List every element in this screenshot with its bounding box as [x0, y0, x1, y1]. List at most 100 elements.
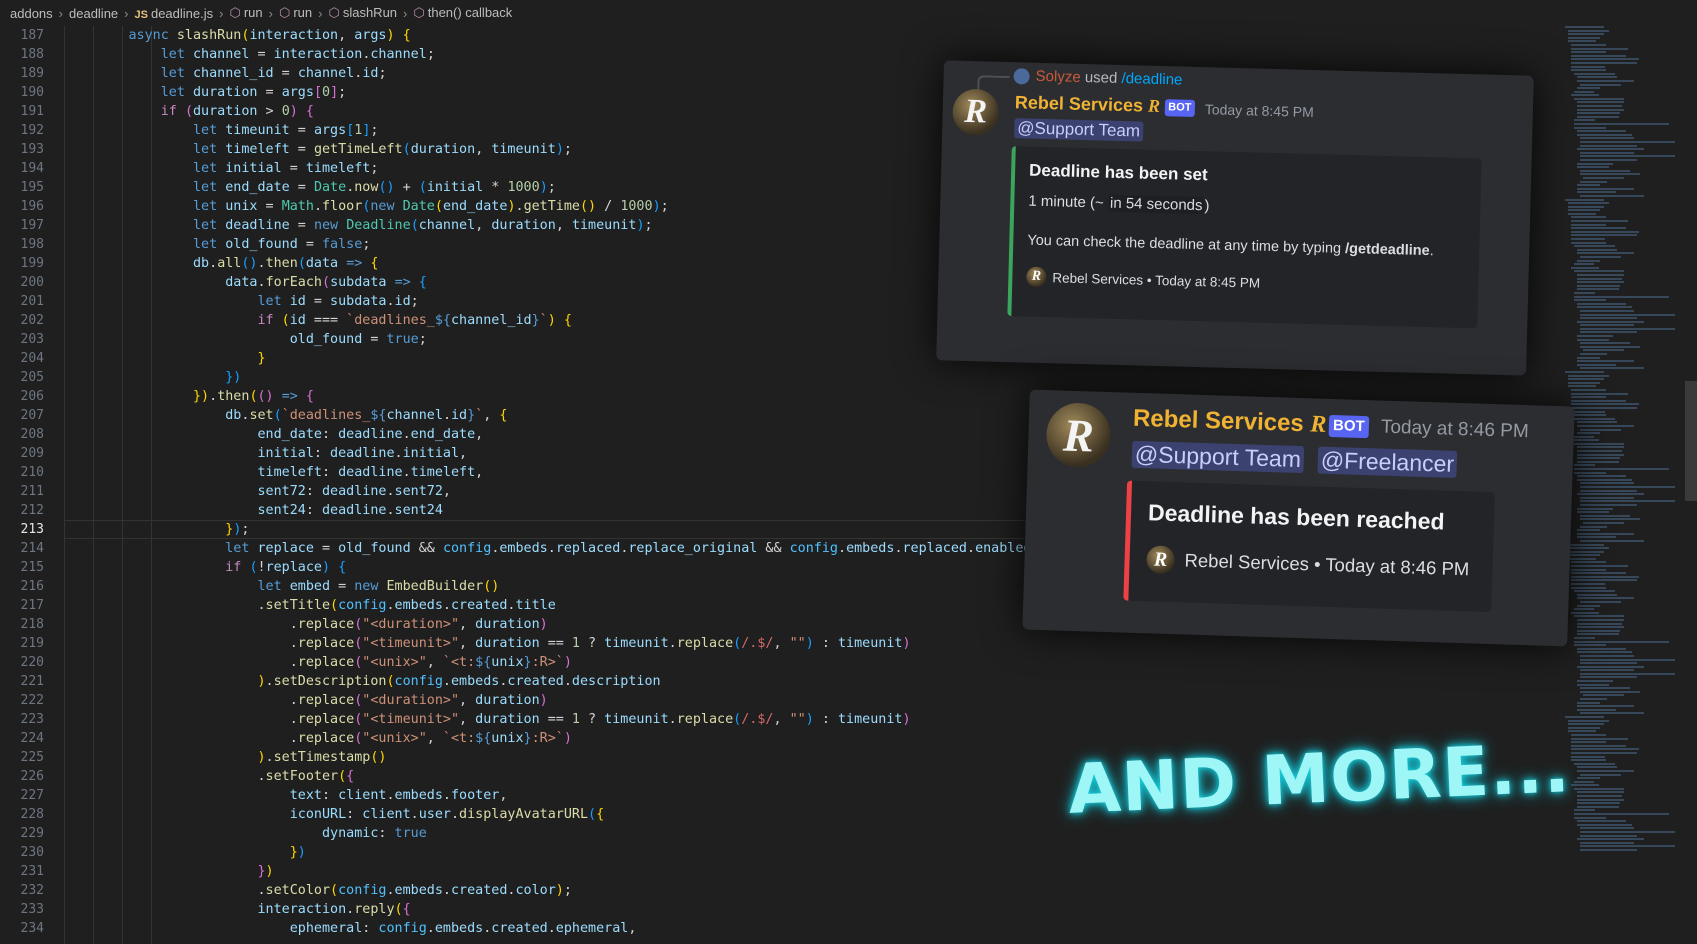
- line-number[interactable]: 195: [0, 178, 52, 197]
- code-line[interactable]: ).setDescription(config.embeds.created.d…: [64, 672, 1577, 691]
- code-token: 1: [571, 712, 580, 727]
- line-number[interactable]: 220: [0, 653, 52, 672]
- line-number[interactable]: 193: [0, 140, 52, 159]
- code-token: }: [289, 845, 298, 860]
- line-number[interactable]: 232: [0, 881, 52, 900]
- line-number[interactable]: 206: [0, 387, 52, 406]
- code-line[interactable]: .setColor(config.embeds.created.color);: [64, 881, 1577, 900]
- breadcrumb-item-deadline[interactable]: deadline: [69, 6, 118, 21]
- code-token: new: [313, 218, 347, 233]
- line-number[interactable]: 203: [0, 330, 52, 349]
- line-number[interactable]: 221: [0, 672, 52, 691]
- mention-support-team[interactable]: @Support Team: [1131, 440, 1305, 474]
- line-number[interactable]: 200: [0, 273, 52, 292]
- line-number[interactable]: 223: [0, 710, 52, 729]
- code-token: timeleft: [410, 465, 476, 480]
- line-number[interactable]: 201: [0, 292, 52, 311]
- minimap-row: [1580, 712, 1644, 715]
- line-number[interactable]: 198: [0, 235, 52, 254]
- line-number[interactable]: 189: [0, 64, 52, 83]
- line-number[interactable]: 224: [0, 729, 52, 748]
- code-token: ;: [563, 142, 572, 157]
- line-number[interactable]: 234: [0, 919, 52, 938]
- code-token: created: [491, 921, 548, 936]
- code-line[interactable]: dynamic: true: [64, 824, 1577, 843]
- line-number[interactable]: 228: [0, 805, 52, 824]
- minimap-row: [1568, 381, 1600, 384]
- line-number[interactable]: 218: [0, 615, 52, 634]
- line-number[interactable]: 208: [0, 425, 52, 444]
- minimap[interactable]: [1559, 26, 1679, 944]
- line-number[interactable]: 191: [0, 102, 52, 121]
- line-number[interactable]: 205: [0, 368, 52, 387]
- minimap-row: [1568, 209, 1600, 212]
- line-number-gutter[interactable]: 187 188 189 190 191 192 193 194 195 196 197 198 199 2…: [0, 26, 52, 938]
- line-number[interactable]: 214: [0, 539, 52, 558]
- bot-avatar[interactable]: R: [952, 88, 1000, 136]
- line-number[interactable]: 219: [0, 634, 52, 653]
- code-line[interactable]: ephemeral: config.embeds.created.ephemer…: [64, 919, 1577, 938]
- code-line[interactable]: async slashRun(interaction, args) {: [64, 26, 1577, 45]
- line-number[interactable]: 213: [0, 520, 52, 539]
- line-number[interactable]: 231: [0, 862, 52, 881]
- code-line[interactable]: }): [64, 843, 1577, 862]
- reply-command[interactable]: /deadline: [1121, 70, 1182, 89]
- bot-avatar[interactable]: R: [1045, 402, 1112, 469]
- code-token: unix: [491, 655, 524, 670]
- line-number[interactable]: 187: [0, 26, 52, 45]
- code-line[interactable]: }): [64, 862, 1577, 881]
- line-number[interactable]: 207: [0, 406, 52, 425]
- line-number[interactable]: 222: [0, 691, 52, 710]
- line-number[interactable]: 229: [0, 824, 52, 843]
- code-line[interactable]: .replace("<duration>", duration): [64, 691, 1577, 710]
- line-number[interactable]: 194: [0, 159, 52, 178]
- line-number[interactable]: 209: [0, 444, 52, 463]
- reply-preview[interactable]: Solyze used /deadline: [1035, 68, 1182, 89]
- breadcrumb-item-run[interactable]: ⬡ run: [229, 5, 262, 21]
- code-line[interactable]: interaction.reply({: [64, 900, 1577, 919]
- breadcrumb-item-slashrun[interactable]: ⬡ slashRun: [328, 5, 397, 21]
- code-token: id: [362, 66, 379, 81]
- breadcrumb-item-file[interactable]: JS deadline.js: [135, 6, 214, 21]
- line-number[interactable]: 190: [0, 83, 52, 102]
- minimap-row: [1580, 687, 1630, 690]
- line-number[interactable]: 199: [0, 254, 52, 273]
- code-token: dynamic: [321, 826, 379, 841]
- breadcrumb-item-callback[interactable]: ⬡ then() callback: [413, 5, 512, 21]
- line-number[interactable]: 210: [0, 463, 52, 482]
- minimap-row: [1571, 565, 1628, 568]
- bot-username[interactable]: Rebel Services R: [1133, 405, 1327, 439]
- code-line[interactable]: let channel = interaction.channel;: [64, 45, 1577, 64]
- vertical-scrollbar[interactable]: [1685, 381, 1697, 501]
- line-number[interactable]: 211: [0, 482, 52, 501]
- code-token: let: [193, 199, 226, 214]
- line-number[interactable]: 215: [0, 558, 52, 577]
- line-number[interactable]: 217: [0, 596, 52, 615]
- minimap-row: [1577, 108, 1624, 111]
- code-token: timeunit: [837, 712, 903, 727]
- breadcrumb-item-addons[interactable]: addons: [10, 6, 53, 21]
- mention-freelancer[interactable]: @Freelancer: [1317, 446, 1458, 478]
- line-number[interactable]: 233: [0, 900, 52, 919]
- line-number[interactable]: 226: [0, 767, 52, 786]
- bot-username[interactable]: Rebel Services R: [1015, 92, 1161, 117]
- breadcrumb-item-run-2[interactable]: ⬡ run: [279, 5, 312, 21]
- code-line[interactable]: .replace("<unix>", `<t:${unix}:R>`): [64, 653, 1577, 672]
- line-number[interactable]: 230: [0, 843, 52, 862]
- line-number[interactable]: 225: [0, 748, 52, 767]
- line-number[interactable]: 227: [0, 786, 52, 805]
- line-number[interactable]: 192: [0, 121, 52, 140]
- line-number[interactable]: 216: [0, 577, 52, 596]
- line-number[interactable]: 196: [0, 197, 52, 216]
- code-line[interactable]: .replace("<timeunit>", duration == 1 ? t…: [64, 710, 1577, 729]
- line-number[interactable]: 197: [0, 216, 52, 235]
- code-token: ,: [459, 617, 476, 632]
- line-number[interactable]: 202: [0, 311, 52, 330]
- breadcrumb-callback-label: then() callback: [427, 5, 513, 20]
- minimap-row: [1577, 288, 1620, 291]
- line-number[interactable]: 212: [0, 501, 52, 520]
- line-number[interactable]: 204: [0, 349, 52, 368]
- line-number[interactable]: 188: [0, 45, 52, 64]
- mention-support-team[interactable]: @Support Team: [1014, 118, 1144, 142]
